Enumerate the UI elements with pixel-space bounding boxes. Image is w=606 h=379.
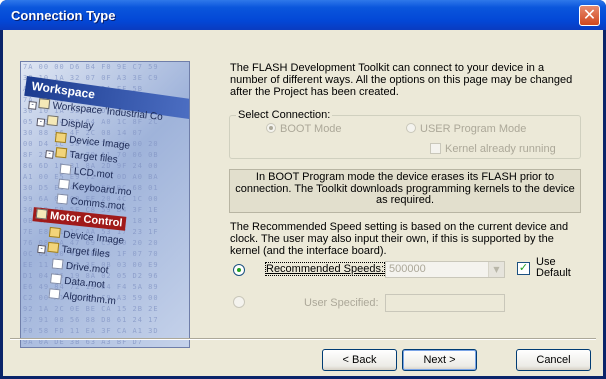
file-icon [48,288,61,300]
user-program-mode-label: USER Program Mode [420,123,527,135]
collapse-icon: - [36,118,46,127]
use-default-checkbox[interactable]: ✓ [517,262,530,275]
window-title: Connection Type [11,8,116,23]
user-specified-radio[interactable] [233,296,245,308]
recommended-speeds-value: 500000 [389,263,426,275]
tree-label: Drive.mot [65,260,110,277]
tree-label: Data.mot [63,275,106,291]
tree-label: Display [60,117,95,132]
tree-label: Motor Control [49,209,124,230]
folder-icon [48,226,61,239]
file-icon [59,163,72,175]
use-default-label: Use Default [536,256,571,279]
select-connection-group: Select Connection: BOOT Mode USER Progra… [229,109,581,159]
collapse-icon: - [37,244,46,254]
tree-node-algorithm: Algorithm.m [48,288,116,307]
close-button[interactable]: ✕ [579,5,600,26]
back-button[interactable]: < Back [322,349,397,371]
connection-type-dialog: Connection Type ✕ 7A 00 00 D6 B4 F0 9E C… [0,0,606,379]
boot-mode-radio[interactable]: BOOT Mode [266,123,342,135]
tree-node-display: - Display [36,114,94,132]
file-icon [51,258,64,270]
workspace-splash-image: 7A 00 00 D6 B4 F0 9E C7 59 30 10 1A 32 0… [20,61,190,348]
radio-selected-icon [266,123,276,133]
intro-description: The FLASH Development Toolkit can connec… [230,62,573,98]
folder-icon [47,241,60,253]
file-icon [56,193,69,205]
user-specified-label: User Specified: [304,297,379,309]
select-connection-legend: Select Connection: [236,109,333,121]
user-program-mode-radio[interactable]: USER Program Mode [406,123,526,135]
kernel-running-checkbox[interactable]: Kernel already running [430,143,556,155]
folder-icon [54,132,67,144]
file-icon [50,273,63,285]
next-button[interactable]: Next > [402,349,477,371]
user-specified-input[interactable] [385,294,505,312]
recommended-speeds-label: Recommended Speeds: [264,262,386,276]
chevron-down-icon[interactable]: ▼ [488,262,504,277]
file-icon [57,178,70,190]
folder-icon [55,147,68,159]
speed-description: The Recommended Speed setting is based o… [230,221,569,257]
boot-mode-label: BOOT Mode [280,123,342,135]
recommended-speeds-radio[interactable] [233,264,245,276]
title-bar[interactable]: Connection Type ✕ [0,0,606,30]
checkbox-icon [430,143,441,154]
boot-mode-info-text: In BOOT Program mode the device erases i… [229,169,581,213]
dialog-client-area: 7A 00 00 D6 B4 F0 9E C7 59 30 10 1A 32 0… [3,30,603,376]
radio-unselected-icon [406,123,416,133]
splash-workspace-tree: - Workspace 'Industrial Co - Display Devic… [21,62,189,347]
button-divider [10,338,596,340]
recommended-speeds-label-text: Recommended Speeds: [264,262,386,276]
tree-label: Target files [68,149,119,166]
project-icon [35,208,48,220]
tree-label: LCD.mot [73,166,114,182]
collapse-icon: - [28,101,37,110]
workspace-icon [38,98,51,110]
cancel-button[interactable]: Cancel [516,349,591,371]
recommended-speeds-select[interactable]: 500000 ▼ [385,261,505,278]
collapse-icon: - [45,150,54,159]
tree-label: Comms.mot [70,195,125,213]
kernel-running-label: Kernel already running [445,143,556,155]
project-icon [46,115,59,127]
tree-label: Target files [61,244,111,261]
tree-label: Algorithm.m [62,290,117,308]
